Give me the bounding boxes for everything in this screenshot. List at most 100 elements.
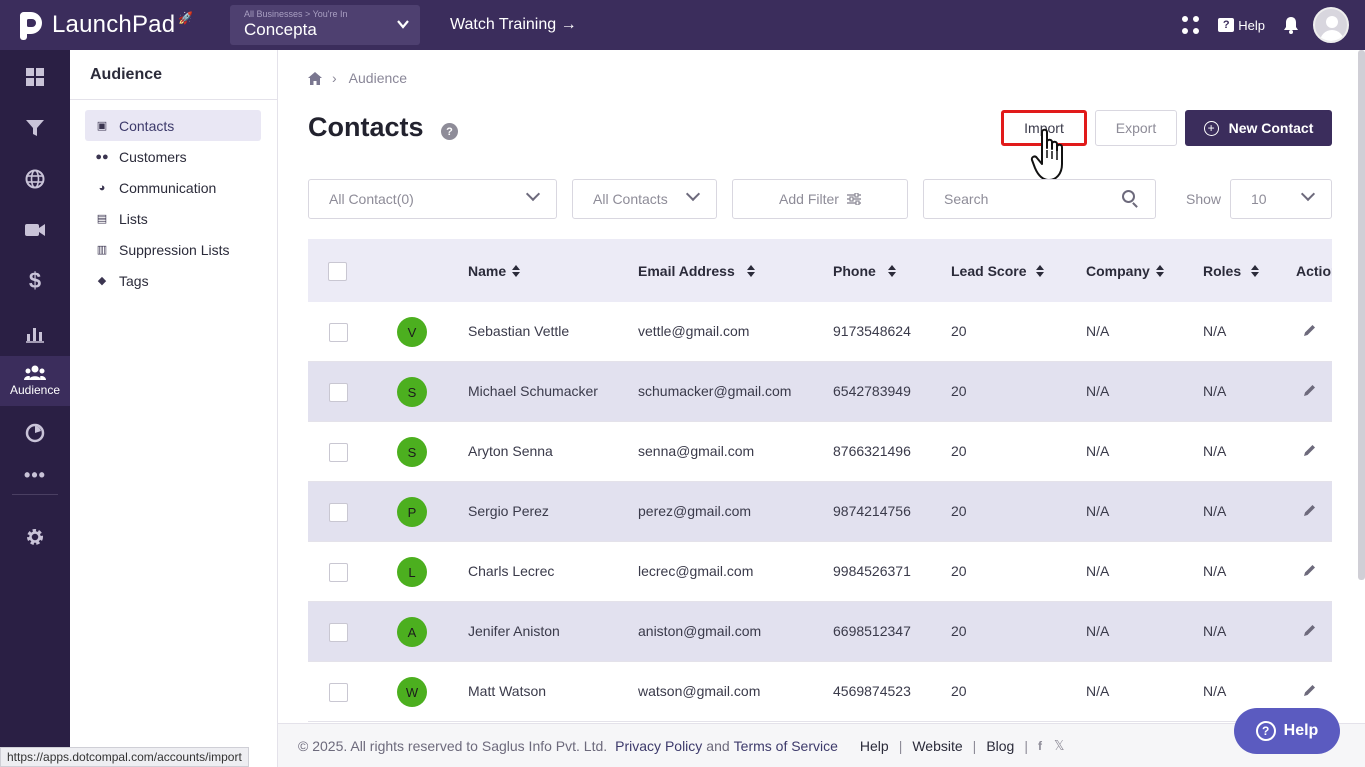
contact-avatar: W xyxy=(397,677,427,707)
new-contact-label: New Contact xyxy=(1228,120,1314,136)
more-icon[interactable]: ••• xyxy=(0,462,70,488)
cell-lead-score: 20 xyxy=(951,443,967,459)
facebook-icon[interactable]: f xyxy=(1038,739,1042,753)
dollar-icon[interactable]: $ xyxy=(0,268,70,294)
row-checkbox[interactable] xyxy=(329,563,348,582)
edit-pencil-icon[interactable] xyxy=(1304,444,1316,456)
table-row[interactable]: P Sergio Perez perez@gmail.com 9874214756 20… xyxy=(308,482,1332,542)
app-logo[interactable]: LaunchPad 🚀 xyxy=(20,10,230,40)
cell-name[interactable]: Aryton Senna xyxy=(468,443,553,459)
edit-pencil-icon[interactable] xyxy=(1304,624,1316,636)
cell-phone: 6698512347 xyxy=(833,623,911,639)
page-scrollbar[interactable] xyxy=(1358,50,1365,580)
status-bar-url: https://apps.dotcompal.com/accounts/impo… xyxy=(0,747,249,767)
x-twitter-icon[interactable]: 𝕏 xyxy=(1054,738,1064,754)
sidebar-item-contacts[interactable]: ▣ Contacts xyxy=(85,110,261,141)
terms-link[interactable]: Terms of Service xyxy=(734,738,838,754)
column-name[interactable]: Name xyxy=(468,263,521,279)
dashboard-icon[interactable] xyxy=(0,64,70,90)
contacts-icon: ▣ xyxy=(96,120,108,132)
footer-website-link[interactable]: Website xyxy=(912,738,962,754)
edit-pencil-icon[interactable] xyxy=(1304,684,1316,696)
row-checkbox[interactable] xyxy=(329,623,348,642)
cell-email: vettle@gmail.com xyxy=(638,323,750,339)
table-row[interactable]: L Charls Lecrec lecrec@gmail.com 9984526371… xyxy=(308,542,1332,602)
cell-email: schumacker@gmail.com xyxy=(638,383,792,399)
analytics-icon[interactable] xyxy=(0,320,70,346)
table-row[interactable]: S Michael Schumacker schumacker@gmail.com 6… xyxy=(308,362,1332,422)
contact-count-select[interactable]: All Contact(0) xyxy=(308,179,557,219)
contact-avatar: S xyxy=(397,377,427,407)
settings-gear-icon[interactable] xyxy=(0,524,70,550)
apps-grid-icon[interactable] xyxy=(1182,16,1200,34)
cell-lead-score: 20 xyxy=(951,623,967,639)
rail-divider xyxy=(12,494,58,495)
cell-phone: 6542783949 xyxy=(833,383,911,399)
sidebar-item-suppression-lists[interactable]: ▥ Suppression Lists xyxy=(85,234,261,265)
table-row[interactable]: V Sebastian Vettle vettle@gmail.com 9173548… xyxy=(308,302,1332,362)
table-row[interactable]: A Jenifer Aniston aniston@gmail.com 6698512… xyxy=(308,602,1332,662)
column-label: Lead Score xyxy=(951,263,1027,279)
row-checkbox[interactable] xyxy=(329,323,348,342)
footer-help-link[interactable]: Help xyxy=(860,738,889,754)
user-avatar[interactable] xyxy=(1313,7,1349,43)
breadcrumb-current: Audience xyxy=(348,70,408,86)
row-checkbox[interactable] xyxy=(329,503,348,522)
search-icon[interactable] xyxy=(1122,190,1135,203)
cell-roles: N/A xyxy=(1203,563,1227,579)
rail-audience[interactable]: Audience xyxy=(0,356,70,406)
table-row[interactable]: W Matt Watson watson@gmail.com 4569874523 20… xyxy=(308,662,1332,722)
sidebar-item-label: Tags xyxy=(119,272,149,289)
export-button[interactable]: Export xyxy=(1095,110,1177,146)
cell-name[interactable]: Michael Schumacker xyxy=(468,383,598,399)
cell-name[interactable]: Matt Watson xyxy=(468,683,546,699)
page-help-icon[interactable]: ? xyxy=(441,123,458,140)
reports-icon[interactable] xyxy=(0,420,70,446)
bell-icon[interactable] xyxy=(1283,16,1299,34)
column-company[interactable]: Company xyxy=(1086,263,1164,279)
row-checkbox[interactable] xyxy=(329,683,348,702)
sidebar-item-lists[interactable]: ▤ Lists xyxy=(85,203,261,234)
cell-name[interactable]: Sebastian Vettle xyxy=(468,323,569,339)
edit-pencil-icon[interactable] xyxy=(1304,504,1316,516)
cell-roles: N/A xyxy=(1203,443,1227,459)
watch-training-link[interactable]: Watch Training → xyxy=(450,16,577,34)
help-float-button[interactable]: ? Help xyxy=(1234,708,1340,754)
funnel-icon[interactable] xyxy=(0,115,70,141)
page-size-select[interactable]: 10 xyxy=(1230,179,1332,219)
column-phone[interactable]: Phone xyxy=(833,263,896,279)
row-checkbox[interactable] xyxy=(329,443,348,462)
row-checkbox[interactable] xyxy=(329,383,348,402)
add-filter-button[interactable]: Add Filter xyxy=(732,179,908,219)
column-roles[interactable]: Roles xyxy=(1203,263,1260,279)
search-placeholder: Search xyxy=(944,191,989,207)
cell-name[interactable]: Sergio Perez xyxy=(468,503,549,519)
cell-phone: 9984526371 xyxy=(833,563,911,579)
new-contact-button[interactable]: + New Contact xyxy=(1185,110,1332,146)
home-icon[interactable] xyxy=(308,71,322,85)
help-top-button[interactable]: ? Help xyxy=(1218,18,1265,33)
search-input[interactable]: Search xyxy=(923,179,1156,219)
chevron-down-icon xyxy=(1300,186,1316,202)
edit-pencil-icon[interactable] xyxy=(1304,324,1316,336)
business-switcher[interactable]: All Businesses > You're In Concepta xyxy=(230,5,420,45)
column-email[interactable]: Email Address xyxy=(638,263,755,279)
sidebar-item-tags[interactable]: ◆ Tags xyxy=(85,265,261,296)
edit-pencil-icon[interactable] xyxy=(1304,384,1316,396)
cell-lead-score: 20 xyxy=(951,323,967,339)
column-label: Name xyxy=(468,263,507,279)
contact-type-value: All Contacts xyxy=(593,191,668,207)
column-lead-score[interactable]: Lead Score xyxy=(951,263,1045,279)
footer-blog-link[interactable]: Blog xyxy=(986,738,1014,754)
select-all-checkbox[interactable] xyxy=(328,262,347,281)
sidebar-item-customers[interactable]: ●● Customers xyxy=(85,141,261,172)
globe-icon[interactable] xyxy=(0,166,70,192)
contact-type-select[interactable]: All Contacts xyxy=(572,179,717,219)
cell-name[interactable]: Charls Lecrec xyxy=(468,563,554,579)
sidebar-item-communication[interactable]: ◕ Communication xyxy=(85,172,261,203)
cell-name[interactable]: Jenifer Aniston xyxy=(468,623,560,639)
table-row[interactable]: S Aryton Senna senna@gmail.com 8766321496 20… xyxy=(308,422,1332,482)
video-icon[interactable] xyxy=(0,217,70,243)
edit-pencil-icon[interactable] xyxy=(1304,564,1316,576)
privacy-policy-link[interactable]: Privacy Policy xyxy=(615,738,702,754)
